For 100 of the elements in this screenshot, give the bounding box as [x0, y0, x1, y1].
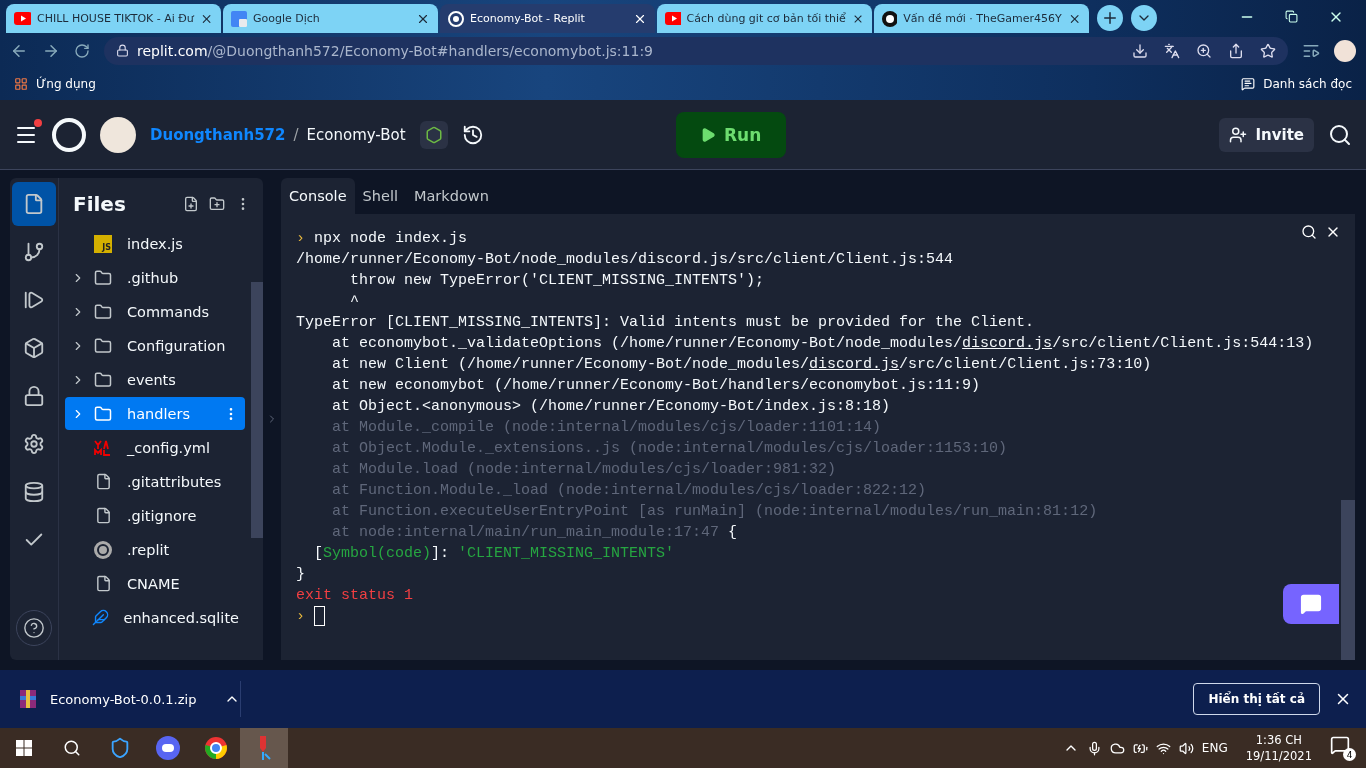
shield-icon: [109, 737, 131, 759]
console-text: [: [313, 545, 323, 562]
apps-icon: [14, 77, 28, 91]
user-link[interactable]: Duongthanh572: [150, 125, 286, 144]
cube-icon: [23, 337, 45, 359]
console-text: at Object.<anonymous> (/home/runner/Economy-Bot/index.js:8:18): [331, 398, 891, 415]
console-tab[interactable]: Console: [281, 178, 355, 214]
avatar[interactable]: [100, 116, 136, 153]
browser-icon: [204, 736, 228, 760]
settings-icon: [23, 433, 45, 455]
history-icon[interactable]: [461, 123, 484, 146]
project-name[interactable]: Economy-Bot: [306, 125, 406, 144]
url-text: replit.com/@Duongthanh572/Economy-Bot#handlers/economybot.js:11:9: [137, 42, 653, 59]
translate-icon[interactable]: [1164, 42, 1180, 59]
wifi-icon[interactable]: [1155, 740, 1171, 756]
file-item[interactable]: CNAME: [65, 567, 245, 600]
file-item[interactable]: .gitignore: [65, 499, 245, 532]
file-item[interactable]: events: [65, 363, 245, 396]
console-text: }: [296, 566, 305, 583]
file-item[interactable]: Commands: [65, 295, 245, 328]
show-all-button[interactable]: Hiển thị tất cả: [1193, 683, 1320, 715]
browser-tab[interactable]: Cách dùng git cơ bản tối thiể: [657, 4, 872, 33]
search-icon[interactable]: [1328, 122, 1352, 147]
star-icon[interactable]: [1260, 42, 1276, 59]
spiral-icon: [448, 10, 464, 27]
link[interactable]: discord.js: [809, 356, 900, 373]
tab-search-button[interactable]: [1131, 5, 1157, 31]
console-text: /src/client/Client.js:544:13): [1052, 335, 1314, 352]
file-icon: [94, 473, 112, 490]
language-badge[interactable]: [419, 120, 448, 149]
file-item[interactable]: .github: [65, 261, 245, 294]
branch-icon: [23, 241, 45, 263]
folder-icon: [94, 336, 112, 355]
volume-icon[interactable]: [1178, 740, 1194, 756]
download-file[interactable]: Economy-Bot-0.0.1.zip: [50, 691, 210, 707]
share-icon[interactable]: [1228, 42, 1244, 59]
console-text: npx node index.js: [314, 230, 468, 247]
invite-button[interactable]: Invite: [1219, 117, 1314, 152]
chat-button[interactable]: [1283, 584, 1339, 624]
file-item[interactable]: enhanced.sqlite: [65, 601, 245, 634]
console-text: {: [728, 524, 738, 541]
file-item[interactable]: .replit: [65, 533, 245, 566]
prompt-marker: ›: [296, 608, 306, 625]
plus-icon: [1101, 9, 1119, 27]
console-text: exit status 1: [296, 587, 414, 604]
logo[interactable]: [52, 117, 86, 152]
console-text: ]:: [431, 545, 451, 562]
console-text: at Function.executeUserEntryPoint [as runMain] (node:internal/modules/run_main:81:12): [331, 503, 1098, 520]
link[interactable]: discord.js: [962, 335, 1053, 352]
file-item[interactable]: .gitattributes: [65, 465, 245, 498]
panel-title: Files: [73, 192, 126, 216]
windows-icon: [16, 740, 32, 756]
zoom-icon[interactable]: [1196, 42, 1212, 59]
file-item[interactable]: Configuration: [65, 329, 245, 362]
console-tab[interactable]: Shell: [354, 178, 406, 214]
console-text: throw new TypeError('CLIENT_MISSING_INTENTS');: [349, 272, 765, 289]
bookmark[interactable]: Ứng dụng: [36, 77, 96, 91]
notification-button[interactable]: 4: [1330, 735, 1356, 761]
address-bar[interactable]: replit.com/@Duongthanh572/Economy-Bot#handlers/economybot.js:11:9: [104, 36, 1288, 65]
clock[interactable]: 1:36 CH 19/11/2021: [1245, 732, 1312, 764]
cursor: [314, 606, 325, 627]
console-text: at Object.Module._extensions..js (node:internal/modules/cjs/loader:1153:10): [331, 440, 1008, 457]
browser-tab[interactable]: Google Dịch: [223, 4, 438, 33]
folder-icon: [94, 268, 112, 287]
reload-icon[interactable]: [74, 42, 90, 59]
prompt-marker: ›: [296, 230, 306, 247]
browser-tab[interactable]: Economy-Bot - Replit: [440, 4, 655, 33]
avatar[interactable]: [1334, 39, 1356, 62]
browser-tab[interactable]: CHILL HOUSE TIKTOK - Ai Đư: [6, 4, 221, 33]
console-text: at Module.load (node:internal/modules/cjs/loader:981:32): [331, 461, 837, 478]
file-item[interactable]: handlers: [65, 397, 245, 430]
rail-tab[interactable]: [12, 182, 56, 226]
console-tab[interactable]: Markdown: [405, 178, 497, 214]
lock-icon: [116, 44, 129, 57]
translate-icon: [231, 10, 247, 27]
tool-icon: [257, 736, 271, 760]
search-icon[interactable]: [63, 739, 81, 757]
feather-icon: [92, 609, 109, 626]
cloud-icon[interactable]: [1109, 740, 1125, 756]
new-file-icon[interactable]: [183, 196, 199, 212]
console-text: Symbol(code): [323, 545, 432, 562]
download-icon[interactable]: [1132, 42, 1148, 59]
console-text: at node:internal/main/run_main_module:17:47: [331, 524, 721, 541]
console-text: 'CLIENT_MISSING_INTENTS': [458, 545, 675, 562]
restore-icon[interactable]: [1285, 10, 1298, 23]
file-icon: [23, 193, 45, 215]
file-item[interactable]: _config.yml: [65, 431, 245, 464]
hexagon-icon: [424, 125, 443, 144]
search-icon[interactable]: [1301, 224, 1317, 240]
video-icon: [14, 12, 31, 25]
browser-tab[interactable]: Vấn đề mới · TheGamer456Y: [874, 4, 1089, 33]
new-folder-icon[interactable]: [209, 196, 225, 212]
microphone-icon[interactable]: [1086, 740, 1102, 756]
file-icon: [94, 575, 112, 592]
file-item[interactable]: JS index.js: [65, 227, 245, 260]
reading-list-link[interactable]: Danh sách đọc: [1263, 77, 1352, 91]
run-button[interactable]: Run: [675, 111, 786, 158]
new-tab-button[interactable]: [1097, 5, 1123, 31]
language-indicator[interactable]: ENG: [1201, 741, 1228, 755]
folder-icon: [94, 370, 112, 389]
